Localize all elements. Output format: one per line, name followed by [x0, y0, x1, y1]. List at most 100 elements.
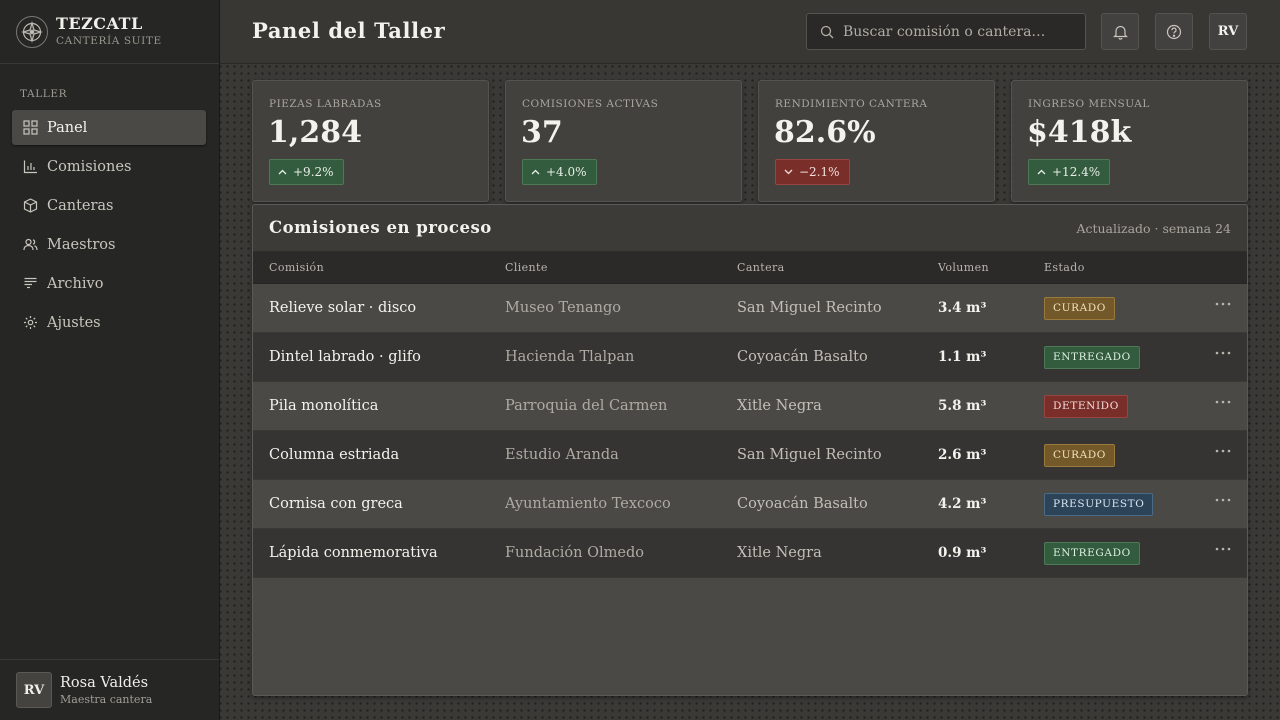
sidebar-item-label: Canteras: [47, 197, 114, 214]
cube-icon: [23, 198, 38, 213]
status-badge: Entregado: [1044, 542, 1140, 565]
delta-badge: +4.0%: [522, 159, 597, 185]
delta-value: −2.1%: [799, 165, 840, 179]
top-header: Panel del Taller RV: [220, 0, 1280, 64]
grid-icon: [23, 120, 38, 135]
compass-logo-icon: [16, 15, 48, 48]
status-badge: Entregado: [1044, 346, 1140, 369]
cell-cantera: Coyoacán Basalto: [737, 349, 868, 365]
user-profile[interactable]: RV Rosa Valdés Maestra cantera: [0, 659, 219, 720]
stat-label: Rendimiento cantera: [775, 98, 928, 110]
cell-cantera: Xitle Negra: [737, 545, 822, 561]
cell-cliente: Estudio Aranda: [505, 447, 619, 463]
search-icon: [820, 25, 834, 38]
chevron-down-icon: [784, 169, 793, 175]
stat-value: 1,284: [268, 115, 362, 150]
sidebar-item-comisiones[interactable]: Comisiones: [12, 149, 206, 184]
cell-comision: Cornisa con greca: [269, 496, 403, 512]
avatar-button[interactable]: RV: [1209, 13, 1247, 50]
user-name: Rosa Valdés: [60, 674, 149, 691]
bar-chart-icon: [23, 160, 37, 174]
chevron-up-icon: [278, 169, 287, 175]
more-options-icon[interactable]: [1214, 445, 1232, 457]
updated-label: Actualizado · semana 24: [1076, 221, 1231, 236]
cell-comision: Pila monolítica: [269, 398, 379, 414]
table-row[interactable]: Lápida conmemorativa Fundación Olmedo Xi…: [253, 529, 1247, 578]
more-options-icon[interactable]: [1214, 347, 1232, 359]
status-badge: Detenido: [1044, 395, 1128, 418]
user-role: Maestra cantera: [60, 692, 153, 706]
cell-cliente: Fundación Olmedo: [505, 545, 644, 561]
stat-label: Comisiones activas: [522, 98, 659, 110]
cell-comision: Dintel labrado · glifo: [269, 349, 421, 365]
stat-label: Piezas labradas: [269, 98, 382, 110]
sidebar-item-maestros[interactable]: Maestros: [12, 227, 206, 262]
panel-title: Comisiones en proceso: [269, 218, 492, 237]
chevron-up-icon: [1037, 169, 1046, 175]
sidebar-nav: Panel Comisiones Canteras Maestros Archi…: [12, 110, 206, 344]
page-title: Panel del Taller: [252, 18, 446, 43]
table-row[interactable]: Dintel labrado · glifo Hacienda Tlalpan …: [253, 333, 1247, 382]
search-input[interactable]: [843, 23, 1073, 40]
search-box[interactable]: [806, 13, 1086, 50]
table-row[interactable]: Pila monolítica Parroquia del Carmen Xit…: [253, 382, 1247, 431]
cell-volumen: 0.9 m³: [938, 545, 987, 561]
cell-volumen: 3.4 m³: [938, 300, 987, 316]
notifications-button[interactable]: [1101, 13, 1139, 50]
cell-cliente: Parroquia del Carmen: [505, 398, 668, 414]
help-button[interactable]: [1155, 13, 1193, 50]
cell-volumen: 5.8 m³: [938, 398, 987, 414]
more-options-icon[interactable]: [1214, 298, 1232, 310]
stat-value: 37: [521, 115, 563, 150]
cell-volumen: 2.6 m³: [938, 447, 987, 463]
column-header-cliente[interactable]: Cliente: [505, 261, 548, 274]
sidebar-item-canteras[interactable]: Canteras: [12, 188, 206, 223]
sidebar-item-archivo[interactable]: Archivo: [12, 266, 206, 301]
sidebar: TEZCATL Cantería Suite Taller Panel Comi…: [0, 0, 220, 720]
column-header-comision[interactable]: Comisión: [269, 261, 324, 274]
cell-cantera: Xitle Negra: [737, 398, 822, 414]
stat-card-comisiones: Comisiones activas 37 +4.0%: [505, 80, 742, 202]
delta-value: +12.4%: [1052, 165, 1101, 179]
sidebar-item-label: Archivo: [47, 275, 104, 292]
stat-label: Ingreso mensual: [1028, 98, 1150, 110]
cell-volumen: 4.2 m³: [938, 496, 987, 512]
table-row[interactable]: Cornisa con greca Ayuntamiento Texcoco C…: [253, 480, 1247, 529]
cell-cliente: Hacienda Tlalpan: [505, 349, 635, 365]
nav-section-label: Taller: [20, 88, 68, 100]
help-icon: [1166, 24, 1182, 39]
more-options-icon[interactable]: [1214, 543, 1232, 555]
delta-badge: +9.2%: [269, 159, 344, 185]
sidebar-item-panel[interactable]: Panel: [12, 110, 206, 145]
bell-icon: [1112, 25, 1128, 40]
cell-comision: Columna estriada: [269, 447, 400, 463]
sidebar-item-ajustes[interactable]: Ajustes: [12, 305, 206, 340]
delta-badge: −2.1%: [775, 159, 850, 185]
cell-cantera: San Miguel Recinto: [737, 447, 882, 463]
brand-subtitle: Cantería Suite: [56, 34, 162, 47]
more-options-icon[interactable]: [1214, 396, 1232, 408]
commissions-panel: Comisiones en proceso Actualizado · sema…: [252, 204, 1248, 696]
stat-value: 82.6%: [774, 115, 876, 150]
status-badge: Curado: [1044, 444, 1115, 467]
stat-value: $418k: [1027, 115, 1132, 150]
brand[interactable]: TEZCATL Cantería Suite: [0, 0, 219, 64]
column-header-cantera[interactable]: Cantera: [737, 261, 785, 274]
cell-comision: Relieve solar · disco: [269, 300, 417, 316]
sidebar-item-label: Comisiones: [47, 158, 132, 175]
more-options-icon[interactable]: [1214, 494, 1232, 506]
sidebar-item-label: Ajustes: [47, 314, 101, 331]
users-icon: [23, 238, 38, 251]
column-header-estado[interactable]: Estado: [1044, 261, 1085, 274]
cell-comision: Lápida conmemorativa: [269, 545, 438, 561]
column-header-volumen[interactable]: Volumen: [938, 261, 989, 274]
cell-volumen: 1.1 m³: [938, 349, 987, 365]
table-row[interactable]: Columna estriada Estudio Aranda San Migu…: [253, 431, 1247, 480]
avatar: RV: [16, 672, 52, 708]
panel-header: Comisiones en proceso Actualizado · sema…: [253, 205, 1247, 252]
delta-value: +9.2%: [293, 165, 334, 179]
table-row[interactable]: Relieve solar · disco Museo Tenango San …: [253, 284, 1247, 333]
sidebar-item-label: Panel: [47, 119, 88, 136]
status-badge: Presupuesto: [1044, 493, 1154, 516]
archive-icon: [24, 277, 37, 289]
